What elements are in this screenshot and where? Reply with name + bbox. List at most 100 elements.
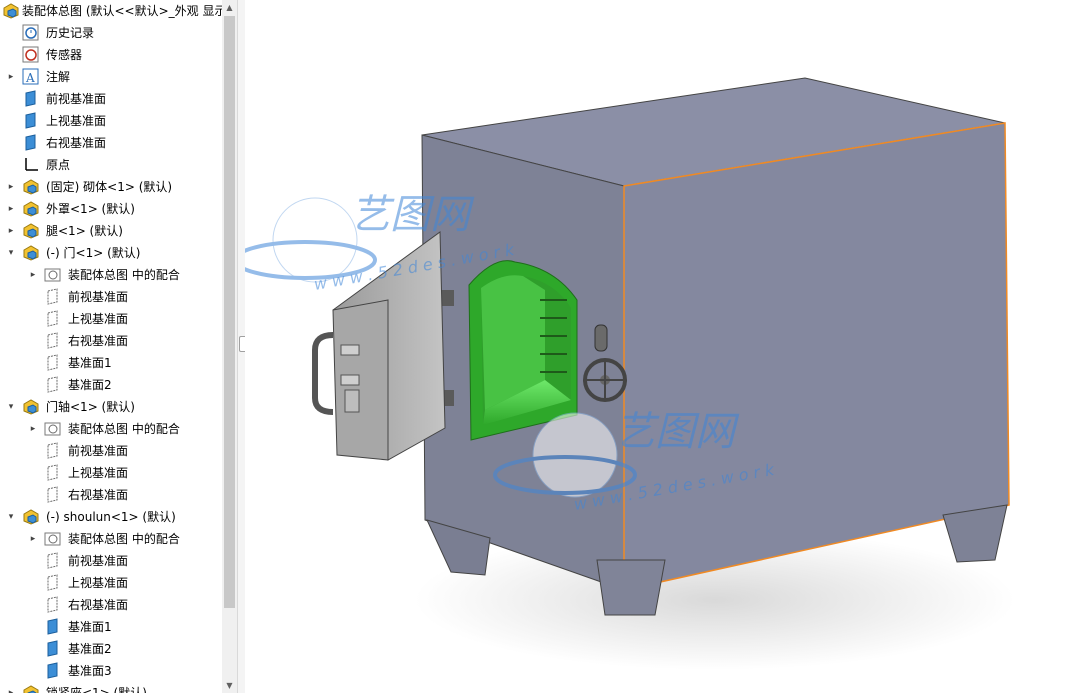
scroll-down-icon[interactable]: ▼ bbox=[225, 681, 234, 690]
collapse-arrow-icon[interactable]: ▾ bbox=[6, 512, 16, 522]
tree-item-label: (-) shoulun<1> (默认) bbox=[46, 510, 176, 524]
tree-item-label: 传感器 bbox=[46, 48, 83, 62]
tree-item[interactable]: ▸ A 注解 bbox=[0, 66, 222, 88]
watermark-brand-2: 艺图网 bbox=[615, 409, 740, 455]
tree-item[interactable]: 原点 bbox=[0, 154, 222, 176]
part-icon bbox=[22, 200, 39, 217]
tree-item[interactable]: ▸ 外罩<1> (默认) bbox=[0, 198, 222, 220]
tree-item[interactable]: ▾ (-) 门<1> (默认) bbox=[0, 242, 222, 264]
plane-icon bbox=[22, 112, 39, 129]
tree-item-label: 上视基准面 bbox=[46, 114, 107, 128]
tree-item[interactable]: 右视基准面 bbox=[0, 484, 222, 506]
part-icon bbox=[22, 244, 39, 261]
latch-bottom bbox=[340, 374, 360, 386]
tree-item[interactable]: ▸ 装配体总图 中的配合 bbox=[0, 528, 222, 550]
plane-outline-icon bbox=[44, 596, 61, 613]
tree-item[interactable]: 上视基准面 bbox=[0, 462, 222, 484]
tree-item-label: 前视基准面 bbox=[68, 554, 129, 568]
tree-item[interactable]: 前视基准面 bbox=[0, 88, 222, 110]
history-icon bbox=[22, 24, 39, 41]
tree-item-label: 注解 bbox=[46, 70, 71, 84]
latch-top bbox=[340, 344, 360, 356]
tree-item[interactable]: ▸ 锁紧座<1> (默认) bbox=[0, 682, 222, 693]
origin-icon bbox=[22, 156, 39, 173]
tree-item-label: 前视基准面 bbox=[68, 444, 129, 458]
tree-item[interactable]: 前视基准面 bbox=[0, 550, 222, 572]
tree-item[interactable]: 基准面2 bbox=[0, 638, 222, 660]
tree-item[interactable]: 基准面2 bbox=[0, 374, 222, 396]
expand-arrow-icon[interactable]: ▸ bbox=[6, 688, 16, 693]
part-icon bbox=[22, 222, 39, 239]
scrollbar-thumb[interactable] bbox=[224, 16, 235, 608]
tree-item-label: 右视基准面 bbox=[68, 598, 129, 612]
tree-item-label: 原点 bbox=[46, 158, 71, 172]
plane-outline-icon bbox=[44, 310, 61, 327]
plane-outline-icon bbox=[44, 288, 61, 305]
expand-arrow-icon[interactable]: ▸ bbox=[6, 204, 16, 214]
tree-item-label: 历史记录 bbox=[46, 26, 95, 40]
expand-arrow-icon[interactable]: ▸ bbox=[28, 534, 38, 544]
tree-item-label: 基准面2 bbox=[68, 378, 112, 392]
graphics-viewport[interactable]: 艺图网 w w w . 5 2 d e s . w o r k 艺图网 w w … bbox=[245, 0, 1083, 693]
hinge-top bbox=[442, 290, 454, 306]
collapse-arrow-icon[interactable]: ▾ bbox=[6, 248, 16, 258]
tree-item-label: 基准面2 bbox=[68, 642, 112, 656]
scroll-up-icon[interactable]: ▲ bbox=[225, 3, 234, 12]
plane-outline-icon bbox=[44, 552, 61, 569]
tree-item[interactable]: 基准面1 bbox=[0, 616, 222, 638]
tree-item-label: 前视基准面 bbox=[46, 92, 107, 106]
tree-item-label: (固定) 砌体<1> (默认) bbox=[46, 180, 173, 194]
tree-item[interactable]: 上视基准面 bbox=[0, 308, 222, 330]
tree-item[interactable]: 传感器 bbox=[0, 44, 222, 66]
collapse-arrow-icon[interactable]: ▾ bbox=[6, 402, 16, 412]
tree-item[interactable]: 历史记录 bbox=[0, 22, 222, 44]
tree-item[interactable]: ▸ 腿<1> (默认) bbox=[0, 220, 222, 242]
tree-item[interactable]: ▸ 装配体总图 中的配合 bbox=[0, 264, 222, 286]
tree-item[interactable]: 右视基准面 bbox=[0, 132, 222, 154]
plane-outline-icon bbox=[44, 332, 61, 349]
plane-outline-icon bbox=[44, 574, 61, 591]
tree-item[interactable]: 右视基准面 bbox=[0, 330, 222, 352]
model-view[interactable]: 艺图网 w w w . 5 2 d e s . w o r k 艺图网 w w … bbox=[245, 0, 1083, 693]
tree-item[interactable]: 基准面1 bbox=[0, 352, 222, 374]
tree-scrollbar[interactable]: ▲ ▼ bbox=[222, 0, 237, 693]
tree-item-label: 前视基准面 bbox=[68, 290, 129, 304]
expand-arrow-icon[interactable]: ▸ bbox=[6, 226, 16, 236]
tree-item-label: 基准面3 bbox=[68, 664, 112, 678]
expand-arrow-icon[interactable]: ▸ bbox=[6, 72, 16, 82]
tree-item[interactable]: 右视基准面 bbox=[0, 594, 222, 616]
plane-outline-icon bbox=[44, 464, 61, 481]
expand-arrow-icon[interactable]: ▸ bbox=[6, 182, 16, 192]
feature-manager-tree[interactable]: 历史记录 传感器 ▸ A 注解 前视基准面 上视基准面 右视基准面 原点 ▸ (固定) 砌体<1> … bbox=[0, 0, 222, 693]
plane-outline-icon bbox=[44, 376, 61, 393]
tree-item[interactable]: ▸ 装配体总图 中的配合 bbox=[0, 418, 222, 440]
part-icon bbox=[22, 508, 39, 525]
leg-front-right bbox=[942, 504, 1008, 563]
tree-item-label: 装配体总图 中的配合 bbox=[68, 422, 180, 436]
plane-icon bbox=[22, 134, 39, 151]
tree-item[interactable]: 前视基准面 bbox=[0, 440, 222, 462]
expand-arrow-icon[interactable]: ▸ bbox=[28, 424, 38, 434]
assembly-title: 装配体总图 (默认<<默认>_外观 显示 bbox=[22, 4, 222, 18]
tree-item[interactable]: ▾ 门轴<1> (默认) bbox=[0, 396, 222, 418]
tree-item-label: 装配体总图 中的配合 bbox=[68, 532, 180, 546]
tree-item[interactable]: ▾ (-) shoulun<1> (默认) bbox=[0, 506, 222, 528]
plane-outline-icon bbox=[44, 486, 61, 503]
plane-icon bbox=[44, 618, 61, 635]
plane-outline-icon bbox=[44, 354, 61, 371]
tree-item[interactable]: ▸ (固定) 砌体<1> (默认) bbox=[0, 176, 222, 198]
tree-item[interactable]: 上视基准面 bbox=[0, 110, 222, 132]
part-icon bbox=[22, 684, 39, 693]
tree-item[interactable]: 前视基准面 bbox=[0, 286, 222, 308]
door-handle bbox=[312, 332, 334, 415]
tree-item-label: 上视基准面 bbox=[68, 312, 129, 326]
tree-item-label: 右视基准面 bbox=[68, 334, 129, 348]
mates-folder-icon bbox=[44, 266, 61, 283]
plane-outline-icon bbox=[44, 442, 61, 459]
tree-item[interactable]: 基准面3 bbox=[0, 660, 222, 682]
tree-item[interactable]: 上视基准面 bbox=[0, 572, 222, 594]
expand-arrow-icon[interactable]: ▸ bbox=[28, 270, 38, 280]
tree-item-label: 右视基准面 bbox=[46, 136, 107, 150]
watermark-brand-1: 艺图网 bbox=[350, 192, 475, 238]
tree-root[interactable]: 装配体总图 (默认<<默认>_外观 显示 bbox=[0, 0, 222, 22]
